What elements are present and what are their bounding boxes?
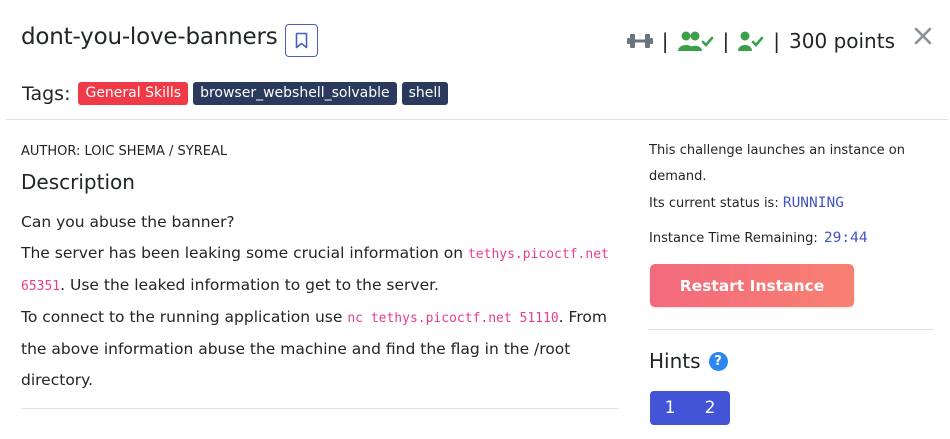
description-heading: Description	[21, 170, 135, 194]
points-value: 300 points	[789, 29, 895, 53]
user-check-icon	[738, 31, 764, 51]
restart-instance-button[interactable]: Restart Instance	[650, 264, 854, 307]
description-line: To connect to the running application us…	[21, 302, 621, 396]
description-text: To connect to the running application us…	[21, 308, 348, 326]
stat-separator: |	[661, 29, 669, 53]
description-text: . Use the leaked information to get to t…	[60, 276, 439, 294]
dumbbell-icon	[626, 32, 653, 50]
challenge-stats: | | | 300 points	[626, 26, 895, 56]
instance-timer-line: Instance Time Remaining: 29:44	[649, 230, 868, 246]
status-value: RUNNING	[782, 195, 844, 211]
tags-row: Tags: General Skills browser_webshell_so…	[22, 82, 453, 105]
hint-button-1[interactable]: 1	[650, 391, 690, 425]
challenge-title: dont-you-love-banners	[21, 24, 278, 50]
description-line: The server has been leaking some crucial…	[21, 238, 621, 302]
description-body: Can you abuse the banner? The server has…	[21, 207, 621, 396]
description-line: Can you abuse the banner?	[21, 213, 235, 231]
instance-divider	[649, 329, 934, 330]
tag-browser-webshell-solvable[interactable]: browser_webshell_solvable	[193, 82, 397, 105]
tags-label: Tags:	[22, 82, 71, 105]
stat-separator: |	[773, 29, 781, 53]
description-text: The server has been leaking some crucial…	[21, 244, 468, 262]
instance-panel: This challenge launches an instance on d…	[649, 138, 934, 425]
instance-launch-text: This challenge launches an instance on d…	[649, 143, 905, 184]
status-label: Its current status is:	[649, 196, 783, 211]
header-divider	[6, 119, 948, 120]
stat-separator: |	[722, 29, 730, 53]
hint-button-group: 1 2	[650, 391, 730, 425]
bookmark-button[interactable]	[285, 24, 318, 57]
time-remaining-value: 29:44	[823, 230, 868, 246]
hint-button-2[interactable]: 2	[690, 391, 730, 425]
author-line: AUTHOR: LOIC SHEMA / SYREAL	[21, 144, 228, 159]
tag-general-skills[interactable]: General Skills	[78, 82, 189, 105]
instance-status-line: Its current status is: RUNNING	[649, 190, 934, 217]
bookmark-icon	[295, 32, 308, 49]
description-divider	[21, 408, 619, 409]
hints-title: Hints	[649, 349, 701, 373]
users-check-icon	[677, 31, 714, 51]
help-icon[interactable]: ?	[708, 351, 728, 371]
close-icon[interactable]	[911, 24, 935, 48]
connect-command-code: nc tethys.picoctf.net 51110	[347, 311, 559, 326]
time-label: Instance Time Remaining:	[649, 231, 822, 246]
tag-shell[interactable]: shell	[401, 82, 449, 105]
hints-heading: Hints ?	[649, 349, 728, 373]
